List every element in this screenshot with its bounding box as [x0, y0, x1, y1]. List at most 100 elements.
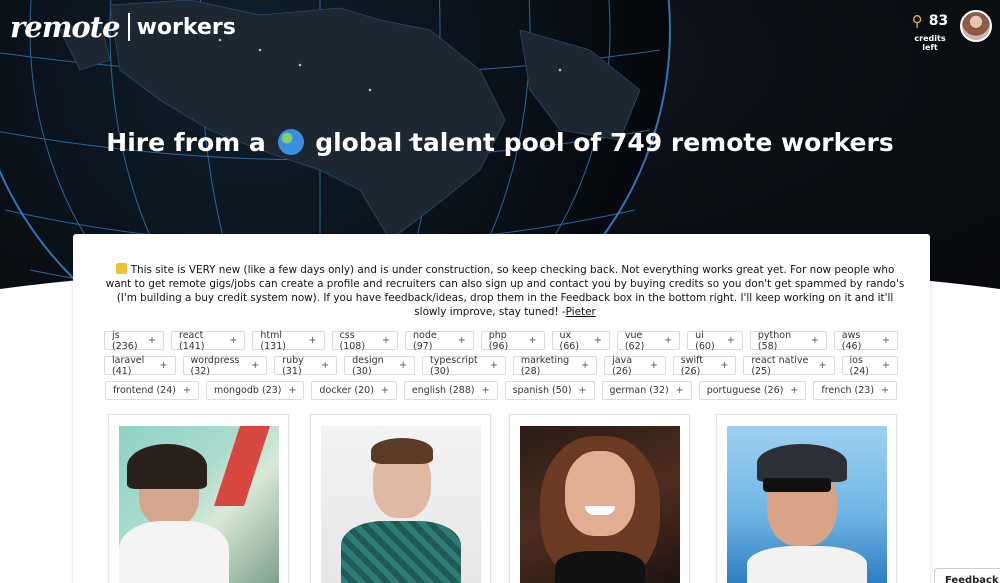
skill-tag[interactable]: swift (26) +: [672, 354, 737, 377]
profile-photo: [119, 426, 279, 583]
skill-tag[interactable]: aws (46) +: [833, 329, 899, 352]
skill-tag[interactable]: spanish (50) +: [504, 381, 595, 400]
notice-text: This site is VERY new (like a few days o…: [105, 264, 905, 318]
plus-icon: +: [664, 335, 673, 346]
skill-tag-label: java (26): [612, 354, 633, 377]
plus-icon: +: [581, 360, 590, 371]
skill-tag[interactable]: design (30) +: [344, 354, 416, 377]
skill-tag-label: typescript (30): [430, 354, 478, 377]
skill-tag-label: css (108): [339, 329, 366, 352]
skill-tag[interactable]: ruby (31) +: [274, 354, 338, 377]
skill-tag[interactable]: vue (62) +: [616, 329, 681, 352]
skill-tag[interactable]: french (23) +: [813, 381, 898, 400]
plus-icon: +: [882, 335, 891, 346]
plus-icon: +: [790, 385, 799, 396]
profile-card[interactable]: [509, 414, 690, 583]
skill-tag[interactable]: frontend (24) +: [104, 381, 199, 400]
skill-tag-label: python (58): [757, 329, 792, 352]
skill-tag[interactable]: php (96) +: [480, 330, 545, 352]
skill-tag[interactable]: german (32) +: [601, 381, 692, 400]
skill-tag[interactable]: mongodb (23) +: [205, 381, 305, 400]
skill-tag[interactable]: ios (24) +: [841, 354, 898, 377]
skill-tag[interactable]: english (288) +: [403, 381, 498, 400]
skill-tag[interactable]: node (97) +: [405, 330, 474, 352]
plus-icon: +: [675, 385, 684, 396]
plus-icon: +: [457, 335, 466, 346]
earth-globe-icon: [277, 129, 304, 155]
plus-icon: +: [726, 335, 735, 346]
credits-label: credits left: [914, 34, 946, 52]
plus-icon: +: [528, 335, 537, 346]
author-link[interactable]: Pieter: [566, 306, 596, 318]
plus-icon: +: [399, 360, 408, 371]
plus-icon: +: [481, 385, 490, 396]
skill-tag[interactable]: js (236) +: [104, 330, 164, 352]
profile-card[interactable]: [310, 414, 491, 583]
skill-tag[interactable]: typescript (30) +: [422, 354, 506, 377]
credits-counter[interactable]: ⚲ 83 credits left: [906, 12, 954, 52]
plus-icon: +: [288, 385, 297, 396]
skill-tag[interactable]: python (58) +: [749, 329, 827, 352]
skill-tag-label: react (141): [179, 329, 205, 352]
skill-tag-label: docker (20): [319, 385, 374, 396]
skill-tag[interactable]: react native (25) +: [743, 355, 835, 377]
site-logo[interactable]: remote workers: [10, 10, 236, 44]
skill-tag[interactable]: html (131) +: [252, 329, 325, 352]
skill-tag[interactable]: wordpress (32) +: [182, 355, 268, 377]
skill-tag-label: ui (60): [695, 329, 715, 352]
plus-icon: +: [649, 360, 658, 371]
plus-icon: +: [578, 385, 587, 396]
skill-tag-label: aws (46): [841, 329, 862, 352]
user-avatar[interactable]: [960, 10, 992, 42]
plus-icon: +: [489, 360, 498, 371]
key-icon: ⚲: [911, 12, 923, 30]
skill-tag-label: german (32): [609, 385, 669, 396]
plus-icon: +: [720, 360, 729, 371]
profile-photo: [321, 426, 481, 583]
plus-icon: +: [881, 385, 890, 396]
plus-icon: +: [148, 335, 156, 346]
skill-tag-label: design (30): [352, 354, 384, 377]
headline-after: global talent pool of 749 remote workers: [315, 128, 894, 157]
plus-icon: +: [818, 360, 827, 371]
plus-icon: +: [308, 335, 317, 346]
feedback-button[interactable]: Feedback: [934, 568, 1000, 583]
skill-tag[interactable]: css (108) +: [331, 329, 398, 352]
plus-icon: +: [159, 360, 168, 371]
skill-tag-label: english (288): [411, 385, 475, 396]
skill-tag[interactable]: laravel (41) +: [104, 354, 176, 377]
skill-tag[interactable]: portuguese (26) +: [698, 381, 807, 400]
plus-icon: +: [382, 335, 390, 346]
plus-icon: +: [182, 385, 191, 396]
skill-tag[interactable]: ui (60) +: [687, 329, 743, 352]
skill-tag-label: french (23): [821, 385, 875, 396]
skill-tag-label: swift (26): [680, 354, 704, 377]
logo-divider: [127, 13, 130, 41]
skill-tag[interactable]: ux (66) +: [551, 329, 610, 352]
construction-notice: This site is VERY new (like a few days o…: [104, 263, 906, 319]
plus-icon: +: [810, 335, 819, 346]
skill-tag-label: ux (66): [559, 329, 580, 352]
page-headline: Hire from a global talent pool of 749 re…: [0, 128, 1000, 157]
skill-tag-label: spanish (50): [512, 385, 572, 396]
skill-tag[interactable]: marketing (28) +: [512, 355, 598, 377]
skill-tag-list: js (236) + react (141) + html (131) + css (108…: [104, 329, 899, 406]
skill-tag[interactable]: react (141) +: [171, 329, 246, 352]
tag-row: laravel (41) + wordpress (32) + ruby (31) + de…: [104, 354, 898, 377]
skill-tag[interactable]: java (26) +: [604, 354, 666, 377]
skill-tag-label: html (131): [260, 329, 286, 352]
skill-tag-label: laravel (41): [112, 354, 145, 377]
tag-row: js (236) + react (141) + html (131) + css (108…: [104, 329, 899, 352]
skill-tag-label: ios (24): [849, 354, 870, 377]
skill-tag[interactable]: docker (20) +: [311, 381, 397, 400]
skill-tag-label: ruby (31): [282, 354, 304, 377]
plus-icon: +: [251, 360, 260, 371]
profile-card[interactable]: [716, 414, 897, 583]
construction-worker-icon: [115, 263, 127, 274]
profile-card[interactable]: [108, 414, 289, 583]
logo-workers-text: workers: [136, 14, 236, 40]
logo-remote-text: remote: [10, 10, 121, 44]
skill-tag-label: frontend (24): [112, 385, 176, 396]
skill-tag-label: vue (62): [624, 329, 645, 352]
profile-photo: [727, 426, 887, 583]
